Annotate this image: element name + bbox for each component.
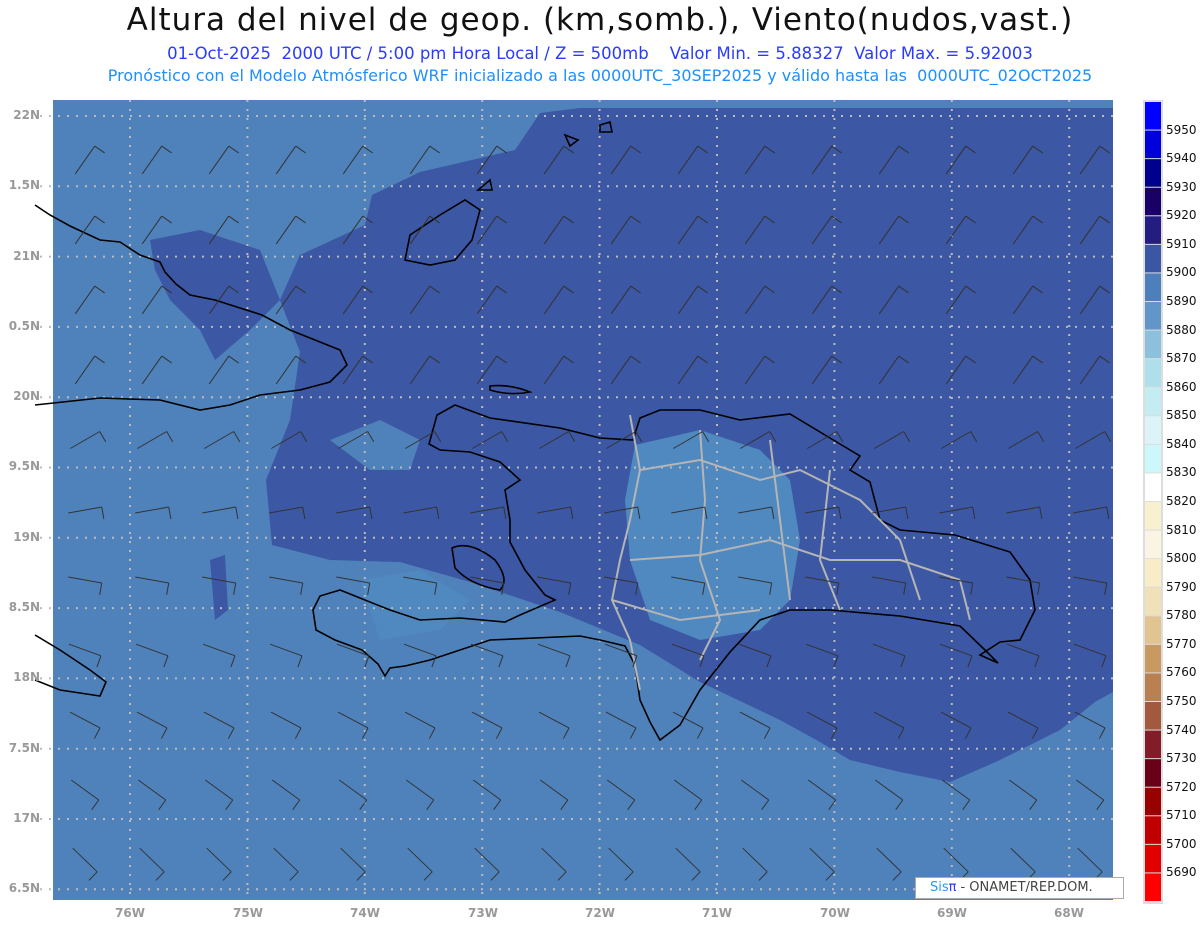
colorbar-label: 5890 bbox=[1166, 294, 1197, 308]
colorbar-label: 5700 bbox=[1166, 836, 1197, 851]
colorbar-label: 5800 bbox=[1166, 551, 1197, 566]
lat-label: 21N bbox=[13, 249, 40, 263]
colorbar-label: 5830 bbox=[1166, 465, 1197, 480]
logo-pi: π bbox=[948, 880, 957, 895]
colorbar-label: 5910 bbox=[1166, 236, 1197, 251]
lat-label: 19N bbox=[13, 530, 40, 544]
lat-label: 17N bbox=[13, 811, 40, 825]
colorbar-label: 5850 bbox=[1166, 408, 1197, 423]
lat-label: 20N bbox=[13, 389, 40, 403]
colorbar-swatch bbox=[1145, 644, 1161, 673]
lat-label: 1.5N bbox=[8, 178, 40, 192]
colorbar-label: 5710 bbox=[1166, 808, 1197, 823]
colorbar-swatch bbox=[1145, 616, 1161, 644]
colorbar-label: 5920 bbox=[1166, 208, 1197, 223]
colorbar-swatch bbox=[1145, 559, 1161, 587]
lat-label: 6.5N bbox=[8, 881, 40, 895]
colorbar-swatch bbox=[1145, 216, 1161, 244]
lon-label: 75W bbox=[233, 906, 263, 920]
lon-label: 71W bbox=[702, 906, 732, 920]
colorbar-label: 5760 bbox=[1166, 665, 1197, 680]
colorbar-swatch bbox=[1145, 330, 1161, 359]
colorbar-label: 5740 bbox=[1166, 722, 1197, 737]
colorbar bbox=[1143, 100, 1163, 904]
logo-sis: Sis bbox=[930, 880, 949, 895]
colorbar-label: 5720 bbox=[1166, 779, 1197, 794]
lon-label: 72W bbox=[585, 906, 615, 920]
colorbar-swatch bbox=[1145, 816, 1161, 844]
lon-label: 73W bbox=[468, 906, 498, 920]
onamet-logo: Sisπ - ONAMET/REP.DOM. bbox=[915, 877, 1124, 899]
colorbar-swatch bbox=[1145, 387, 1161, 416]
colorbar-swatch bbox=[1145, 702, 1161, 730]
lat-label: 0.5N bbox=[8, 319, 40, 333]
colorbar-label: 5880 bbox=[1166, 322, 1197, 337]
colorbar-swatch bbox=[1145, 159, 1161, 187]
colorbar-swatch bbox=[1145, 473, 1161, 501]
colorbar-swatch bbox=[1145, 130, 1161, 159]
lat-label: 18N bbox=[13, 670, 40, 684]
lon-label: 74W bbox=[350, 906, 380, 920]
colorbar-swatch bbox=[1145, 673, 1161, 701]
colorbar-swatch bbox=[1145, 587, 1161, 616]
colorbar-swatch bbox=[1145, 273, 1161, 301]
colorbar-label: 5730 bbox=[1166, 751, 1197, 766]
lon-label: 68W bbox=[1054, 906, 1084, 920]
colorbar-swatch bbox=[1145, 873, 1161, 901]
lat-label: 7.5N bbox=[8, 741, 40, 755]
lon-label: 69W bbox=[937, 906, 967, 920]
logo-text: - ONAMET/REP.DOM. bbox=[960, 880, 1093, 895]
colorbar-swatch bbox=[1145, 844, 1161, 873]
colorbar-swatch bbox=[1145, 302, 1161, 330]
colorbar-label: 5930 bbox=[1166, 179, 1197, 194]
colorbar-label: 5950 bbox=[1166, 122, 1197, 137]
colorbar-swatch bbox=[1145, 416, 1161, 444]
colorbar-swatch bbox=[1145, 102, 1161, 130]
colorbar-label: 5750 bbox=[1166, 694, 1197, 708]
colorbar-swatch bbox=[1145, 787, 1161, 816]
colorbar-swatch bbox=[1145, 187, 1161, 216]
colorbar-label: 5940 bbox=[1166, 151, 1197, 166]
colorbar-swatch bbox=[1145, 244, 1161, 273]
colorbar-label: 5820 bbox=[1166, 494, 1197, 508]
colorbar-label: 5770 bbox=[1166, 636, 1197, 651]
lat-label: 22N bbox=[13, 108, 40, 122]
colorbar-label: 5810 bbox=[1166, 522, 1197, 537]
colorbar-label: 5790 bbox=[1166, 579, 1197, 594]
colorbar-label: 5900 bbox=[1166, 265, 1197, 280]
colorbar-label: 5840 bbox=[1166, 436, 1197, 451]
map-canvas bbox=[34, 100, 1163, 904]
colorbar-label: 5690 bbox=[1166, 865, 1197, 880]
lon-label: 70W bbox=[820, 906, 850, 920]
colorbar-label: 5870 bbox=[1166, 351, 1197, 366]
colorbar-swatch bbox=[1145, 730, 1161, 759]
colorbar-swatch bbox=[1145, 759, 1161, 787]
lon-label: 76W bbox=[115, 906, 145, 920]
colorbar-label: 5780 bbox=[1166, 608, 1197, 623]
colorbar-swatch bbox=[1145, 530, 1161, 559]
colorbar-swatch bbox=[1145, 444, 1161, 473]
colorbar-label: 5860 bbox=[1166, 379, 1197, 394]
lat-label: 8.5N bbox=[8, 600, 40, 614]
colorbar-swatch bbox=[1145, 359, 1161, 387]
lat-label: 9.5N bbox=[8, 459, 40, 473]
colorbar-swatch bbox=[1145, 502, 1161, 530]
